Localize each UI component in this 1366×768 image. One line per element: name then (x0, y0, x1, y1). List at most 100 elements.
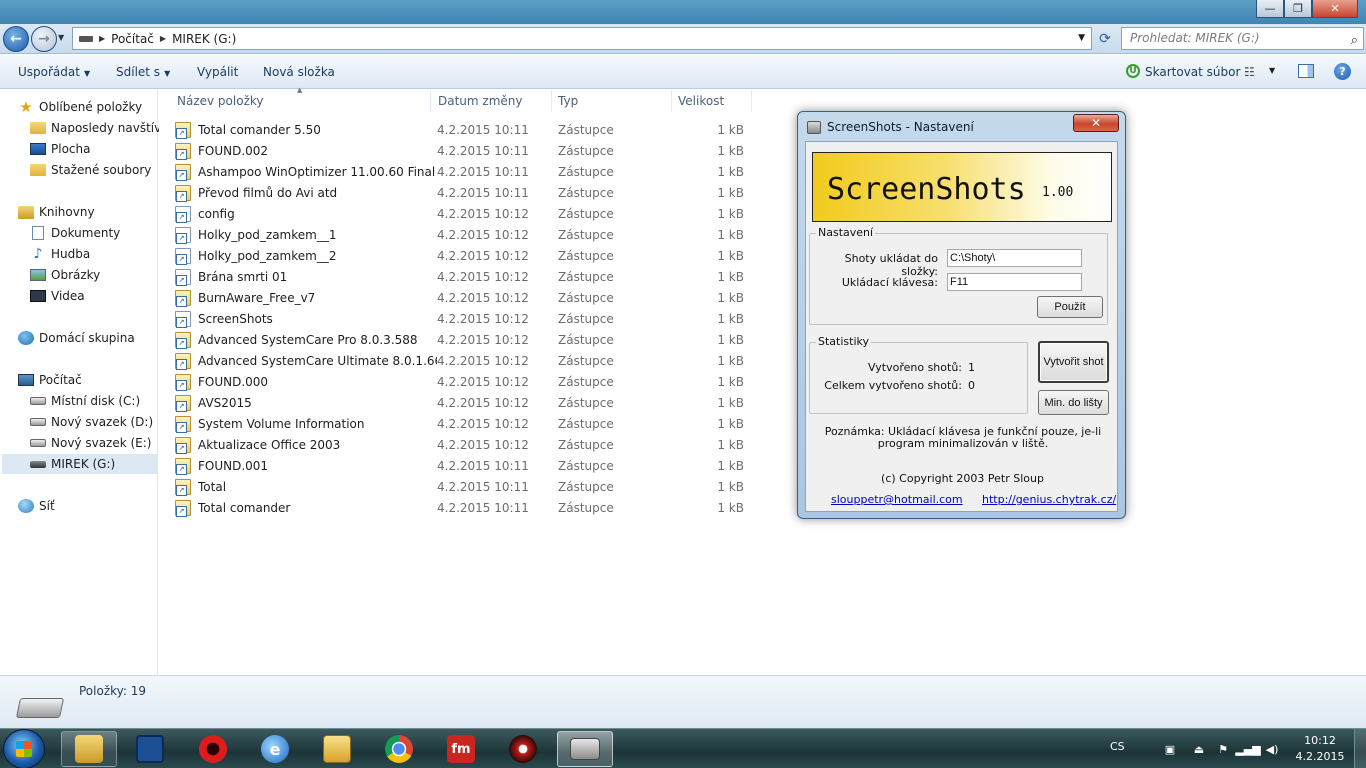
file-type: Zástupce (558, 416, 614, 431)
taskbar-internet-explorer[interactable]: e (247, 731, 303, 767)
apply-button[interactable]: Použít (1037, 296, 1103, 318)
nav-drive-g[interactable]: MIREK (G:) (2, 454, 157, 474)
recent-pages-dropdown[interactable]: ▼ (58, 33, 64, 42)
nav-libraries[interactable]: Knihovny (18, 202, 95, 222)
file-row[interactable]: Brána smrti 01 4.2.2015 10:12 Zástupce 1 kB (175, 266, 755, 287)
breadcrumb-computer[interactable]: Počítač (111, 32, 154, 46)
search-icon[interactable]: ⌕ (1351, 30, 1358, 51)
file-row[interactable]: ScreenShots 4.2.2015 10:12 Zástupce 1 kB (175, 308, 755, 329)
clock-time[interactable]: 10:12 (1300, 734, 1340, 747)
nav-drive-d[interactable]: Nový svazek (D:) (30, 412, 153, 432)
taskbar-screenshots[interactable] (557, 731, 613, 767)
nav-documents[interactable]: Dokumenty (30, 223, 120, 243)
organize-label: Uspořádat (18, 65, 80, 79)
file-row[interactable]: FOUND.000 4.2.2015 10:12 Zástupce 1 kB (175, 371, 755, 392)
shortcut-icon (175, 457, 191, 475)
key-input[interactable]: F11 (947, 273, 1082, 291)
nav-homegroup[interactable]: Domácí skupina (18, 328, 135, 348)
nav-videos[interactable]: Videa (30, 286, 85, 306)
forward-button[interactable]: → (31, 26, 57, 52)
new-folder-button[interactable]: Nová složka (263, 65, 335, 79)
refresh-icon[interactable]: ⟳ (1094, 27, 1116, 50)
file-row[interactable]: System Volume Information 4.2.2015 10:12 Z… (175, 413, 755, 434)
create-shot-button[interactable]: Vytvořit shot (1038, 341, 1109, 383)
taskbar-save-app[interactable] (122, 731, 178, 767)
taskbar-picture-viewer[interactable] (309, 731, 365, 767)
minimize-button[interactable]: — (1256, 0, 1284, 18)
column-header-type[interactable]: Typ (552, 90, 672, 112)
file-date: 4.2.2015 10:11 (437, 458, 529, 473)
file-row[interactable]: Total comander 5.50 4.2.2015 10:11 Zástupc… (175, 119, 755, 140)
file-row[interactable]: BurnAware_Free_v7 4.2.2015 10:12 Zástupce 1… (175, 287, 755, 308)
nav-pictures[interactable]: Obrázky (30, 265, 100, 285)
taskbar-opera[interactable] (185, 731, 241, 767)
nav-drive-c[interactable]: Místní disk (C:) (30, 391, 140, 411)
taskbar-explorer[interactable] (61, 731, 117, 767)
nav-music[interactable]: ♪ Hudba (30, 244, 91, 264)
file-date: 4.2.2015 10:11 (437, 122, 529, 137)
column-header-date[interactable]: Datum změny (432, 90, 552, 112)
file-row[interactable]: FOUND.001 4.2.2015 10:11 Zástupce 1 kB (175, 455, 755, 476)
nav-drive-e[interactable]: Nový svazek (E:) (30, 433, 151, 453)
file-row[interactable]: Ashampoo WinOptimizer 11.00.60 Final ...… (175, 161, 755, 182)
website-link[interactable]: http://genius.chytrak.cz/ (982, 493, 1116, 506)
volume-icon[interactable]: ◀) (1265, 742, 1279, 756)
file-row[interactable]: Total 4.2.2015 10:11 Zástupce 1 kB (175, 476, 755, 497)
shredder-icon[interactable]: U (1126, 64, 1140, 78)
start-button[interactable] (3, 729, 45, 768)
file-row[interactable]: FOUND.002 4.2.2015 10:11 Zástupce 1 kB (175, 140, 755, 161)
clock-date[interactable]: 4.2.2015 (1294, 750, 1346, 763)
show-desktop-button[interactable] (1354, 729, 1366, 768)
safely-remove-icon[interactable]: ⏏ (1192, 742, 1206, 756)
chevron-down-icon[interactable]: ▼ (1269, 66, 1275, 75)
settings-group-label: Nastavení (816, 226, 876, 239)
taskbar-chrome[interactable] (371, 731, 427, 767)
file-row[interactable]: Total comander 4.2.2015 10:11 Zástupce 1 kB (175, 497, 755, 518)
file-row[interactable]: config 4.2.2015 10:12 Zástupce 1 kB (175, 203, 755, 224)
view-options-icon[interactable]: ☷ (1244, 65, 1255, 79)
nav-favorites[interactable]: ★ Oblíbené položky (18, 97, 142, 117)
pictures-icon (30, 269, 46, 281)
file-row[interactable]: Převod filmů do Avi atd 4.2.2015 10:11 Zás… (175, 182, 755, 203)
search-input[interactable]: Prohledat: MIREK (G:) ⌕ (1121, 27, 1364, 50)
nav-downloads[interactable]: Stažené soubory (30, 160, 151, 180)
address-input[interactable]: ▶ Počítač ▶ MIREK (G:) ▼ (72, 27, 1092, 50)
column-header-size[interactable]: Velikost (672, 90, 752, 112)
shred-file-button[interactable]: Skartovat súbor (1145, 65, 1240, 79)
file-row[interactable]: Advanced SystemCare Ultimate 8.0.1.660 .… (175, 350, 755, 371)
taskbar-systemcare[interactable] (495, 731, 551, 767)
file-date: 4.2.2015 10:12 (437, 290, 529, 305)
breadcrumb-drive[interactable]: MIREK (G:) (172, 32, 236, 46)
back-button[interactable]: ← (3, 26, 29, 52)
folder-input[interactable]: C:\Shoty\ (947, 249, 1082, 267)
breadcrumb-arrow-icon[interactable]: ▶ (99, 34, 105, 43)
file-row[interactable]: AVS2015 4.2.2015 10:12 Zástupce 1 kB (175, 392, 755, 413)
network-signal-icon[interactable]: ▂▄▆ (1235, 742, 1260, 756)
help-icon[interactable]: ? (1334, 63, 1351, 80)
breadcrumb-arrow-icon[interactable]: ▶ (160, 34, 166, 43)
email-link[interactable]: slouppetr@hotmail.com (831, 493, 963, 506)
camera-tray-icon[interactable]: ▣ (1163, 742, 1177, 756)
action-center-flag-icon[interactable]: ⚑ (1216, 742, 1230, 756)
dialog-close-button[interactable]: ✕ (1073, 114, 1119, 132)
language-indicator[interactable]: CS (1110, 740, 1125, 753)
address-dropdown-icon[interactable]: ▼ (1078, 33, 1085, 43)
minimize-to-tray-button[interactable]: Min. do lišty (1038, 390, 1109, 415)
maximize-button[interactable]: ❐ (1284, 0, 1312, 18)
preview-pane-icon[interactable] (1298, 64, 1314, 78)
close-button[interactable]: ✕ (1312, 0, 1358, 18)
taskbar-fm[interactable]: fm (433, 731, 489, 767)
file-name: Total comander (198, 500, 291, 515)
file-type: Zástupce (558, 290, 614, 305)
nav-desktop[interactable]: Plocha (30, 139, 90, 159)
file-date: 4.2.2015 10:12 (437, 395, 529, 410)
file-row[interactable]: Holky_pod_zamkem__2 4.2.2015 10:12 Zástupc… (175, 245, 755, 266)
burn-button[interactable]: Vypálit (197, 65, 238, 79)
nav-computer[interactable]: Počítač (18, 370, 82, 390)
file-row[interactable]: Aktualizace Office 2003 4.2.2015 10:12 Zás… (175, 434, 755, 455)
nav-network[interactable]: Síť (18, 496, 55, 516)
share-menu[interactable]: Sdílet s ▼ (116, 65, 170, 79)
organize-menu[interactable]: Uspořádat ▼ (18, 65, 90, 79)
file-row[interactable]: Advanced SystemCare Pro 8.0.3.588 4.2.201… (175, 329, 755, 350)
file-row[interactable]: Holky_pod_zamkem__1 4.2.2015 10:12 Zástupc… (175, 224, 755, 245)
